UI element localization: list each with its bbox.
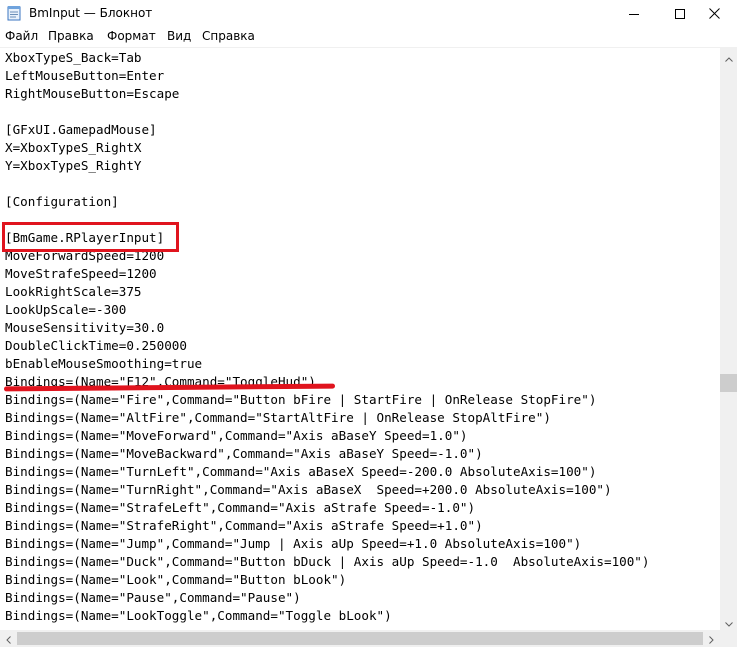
vertical-scrollbar[interactable] <box>720 48 737 630</box>
minimize-button[interactable] <box>611 0 657 26</box>
text-line: LookUpScale=-300 <box>5 302 127 317</box>
chevron-down-icon <box>724 612 733 631</box>
text-line: Bindings=(Name="Duck",Command="Button bD… <box>5 554 650 569</box>
text-line: MouseSensitivity=30.0 <box>5 320 165 335</box>
text-line: [GFxUI.GamepadMouse] <box>5 122 157 137</box>
text-line: Bindings=(Name="Fire",Command="Button bF… <box>5 392 597 407</box>
text-line: Bindings=(Name="Pause",Command="Pause") <box>5 590 301 605</box>
text-line: Y=XboxTypeS_RightY <box>5 158 142 173</box>
menu-view[interactable]: Вид <box>167 29 191 44</box>
text-line: Bindings=(Name="TurnLeft",Command="Axis … <box>5 464 597 479</box>
menu-file[interactable]: Файл <box>5 29 38 44</box>
text-line: X=XboxTypeS_RightX <box>5 140 142 155</box>
notepad-icon <box>7 5 21 21</box>
close-icon <box>708 4 720 23</box>
menu-help[interactable]: Справка <box>202 29 255 44</box>
chevron-right-icon <box>709 629 714 648</box>
chevron-left-icon <box>6 629 11 648</box>
text-line: Bindings=(Name="AltFire",Command="StartA… <box>5 410 551 425</box>
window-title: BmInput — Блокнот <box>29 6 153 20</box>
text-line: Bindings=(Name="TurnRight",Command="Axis… <box>5 482 612 497</box>
menu-bar: Файл Правка Формат Вид Справка <box>0 26 737 48</box>
title-bar: BmInput — Блокнот <box>0 0 737 26</box>
text-line: MoveStrafeSpeed=1200 <box>5 266 157 281</box>
scroll-up-button[interactable] <box>720 48 737 65</box>
horizontal-scroll-thumb[interactable] <box>17 632 703 645</box>
text-line: Bindings=(Name="StrafeLeft",Command="Axi… <box>5 500 476 515</box>
minimize-icon <box>629 4 639 23</box>
text-line: bEnableMouseSmoothing=true <box>5 356 203 371</box>
menu-edit[interactable]: Правка <box>48 29 94 44</box>
text-line: Bindings=(Name="Look",Command="Button bL… <box>5 572 347 587</box>
chevron-up-icon <box>724 47 733 66</box>
vertical-scroll-thumb[interactable] <box>720 374 737 392</box>
text-line: Bindings=(Name="LookToggle",Command="Tog… <box>5 608 392 623</box>
scroll-left-button[interactable] <box>0 630 17 647</box>
text-line: [Configuration] <box>5 194 119 209</box>
scroll-right-button[interactable] <box>703 630 720 647</box>
menu-format[interactable]: Формат <box>107 29 156 44</box>
text-line: Bindings=(Name="MoveForward",Command="Ax… <box>5 428 468 443</box>
text-editor[interactable]: XboxTypeS_Back=Tab LeftMouseButton=Enter… <box>0 48 720 630</box>
maximize-icon <box>675 4 685 23</box>
text-line: XboxTypeS_Back=Tab <box>5 50 142 65</box>
text-line: LeftMouseButton=Enter <box>5 68 165 83</box>
text-line: RightMouseButton=Escape <box>5 86 180 101</box>
text-line: DoubleClickTime=0.250000 <box>5 338 187 353</box>
close-button[interactable] <box>691 0 737 26</box>
text-line: Bindings=(Name="MoveBackward",Command="A… <box>5 446 483 461</box>
scroll-down-button[interactable] <box>720 613 737 630</box>
text-line: LookRightScale=375 <box>5 284 142 299</box>
text-line: Bindings=(Name="StrafeRight",Command="Ax… <box>5 518 483 533</box>
text-line: Bindings=(Name="Jump",Command="Jump | Ax… <box>5 536 582 551</box>
highlight-box <box>2 222 179 252</box>
scrollbar-corner <box>720 630 737 647</box>
